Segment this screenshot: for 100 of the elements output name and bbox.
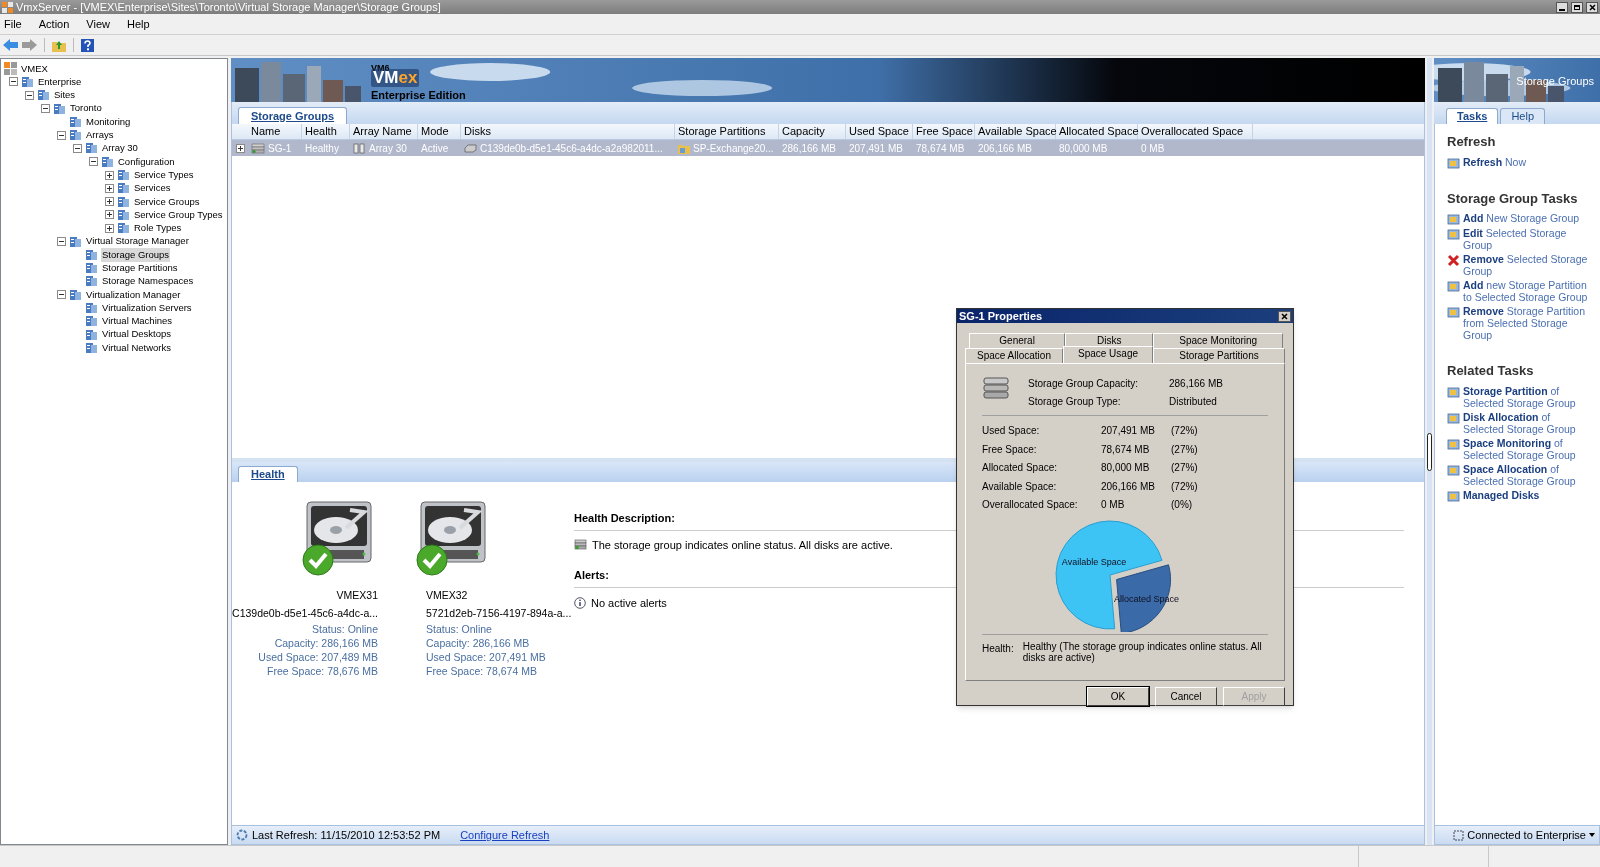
tree-item[interactable]: Storage Groups — [101, 247, 171, 262]
disk-detail: Status: Online — [426, 622, 492, 636]
dialog-tab[interactable]: General — [969, 333, 1066, 348]
close-button[interactable] — [1278, 310, 1291, 322]
server-icon — [117, 182, 130, 195]
tree-item[interactable]: Toronto — [69, 101, 103, 116]
collapse-toggle[interactable] — [9, 77, 18, 87]
column-header[interactable]: Storage Partitions — [675, 124, 779, 139]
tree-item[interactable]: Service Groups — [133, 194, 201, 209]
tree-item[interactable]: Services — [133, 181, 172, 196]
tree-item[interactable]: Sites — [53, 88, 77, 103]
last-refresh-text: Last Refresh: 11/15/2010 12:53:52 PM — [252, 827, 441, 843]
check-icon — [416, 544, 448, 576]
column-header[interactable]: Health — [302, 124, 350, 139]
task-link[interactable]: Remove Storage Partition from Selected Storage Group — [1463, 305, 1588, 341]
back-arrow-icon[interactable] — [3, 39, 18, 51]
dialog-tab[interactable]: Space Usage — [1063, 346, 1153, 363]
percent-value: (72%) — [1171, 424, 1198, 438]
tree-item[interactable]: Monitoring — [85, 114, 132, 129]
collapse-toggle[interactable] — [89, 157, 98, 167]
connection-status[interactable]: Connected to Enterprise — [1467, 826, 1586, 844]
column-header[interactable]: Capacity — [779, 124, 846, 139]
expand-toggle[interactable] — [105, 170, 114, 180]
splitter-handle[interactable] — [1427, 432, 1432, 471]
task-link[interactable]: Managed Disks — [1463, 488, 1540, 502]
server-icon — [85, 328, 98, 341]
task-link[interactable]: Space Allocation of Selected Storage Group — [1463, 462, 1588, 487]
dialog-tab[interactable]: Space Allocation — [965, 348, 1063, 363]
task-link[interactable]: Edit Selected Storage Group — [1463, 227, 1588, 251]
tree-item[interactable]: Virtual Storage Manager — [85, 234, 190, 249]
tree-item[interactable]: Virtual Networks — [101, 340, 172, 355]
task-link[interactable]: Add new Storage Partition to Selected Storage Group — [1463, 279, 1588, 303]
dialog-button[interactable]: Cancel — [1155, 687, 1217, 706]
help-icon[interactable] — [81, 38, 94, 52]
dialog-tab[interactable]: Storage Partitions — [1153, 348, 1285, 363]
task-link[interactable]: Refresh Now — [1463, 155, 1527, 169]
percent-value: (27%) — [1171, 461, 1198, 475]
dialog-button[interactable]: OK — [1087, 687, 1149, 706]
tree-item[interactable]: Storage Namespaces — [101, 274, 195, 289]
expand-toggle[interactable] — [105, 210, 114, 220]
field-label: Available Space: — [982, 479, 1058, 494]
menu-item[interactable]: File — [4, 15, 22, 33]
column-header[interactable]: Allocated Space — [1056, 124, 1138, 139]
tree-item[interactable]: Virtualization Servers — [101, 300, 193, 316]
tree-item[interactable]: Virtual Desktops — [101, 327, 172, 342]
server-icon — [117, 195, 130, 208]
tree-item[interactable]: Virtualization Manager — [85, 287, 182, 302]
collapse-toggle[interactable] — [57, 130, 66, 140]
tree-item[interactable]: Enterprise — [37, 74, 83, 90]
tree-item[interactable]: Role Types — [133, 221, 183, 236]
tree-item[interactable]: VMEX — [20, 61, 49, 76]
tree-item[interactable]: Storage Partitions — [101, 261, 179, 276]
storage-stack-icon — [251, 142, 265, 154]
tree-item[interactable]: Virtual Machines — [101, 314, 174, 329]
maximize-button[interactable] — [1571, 1, 1583, 13]
task-link[interactable]: Add New Storage Group — [1463, 212, 1580, 225]
column-header[interactable]: Disks — [461, 124, 675, 139]
caret-icon[interactable] — [1589, 833, 1595, 837]
column-header[interactable]: Used Space — [846, 124, 913, 139]
disk-detail: Status: Online — [312, 622, 378, 636]
collapse-toggle[interactable] — [57, 237, 66, 246]
table-cell-text: Healthy — [305, 141, 339, 156]
storage-stack-icon — [982, 376, 1010, 400]
column-header[interactable]: Name — [248, 124, 302, 139]
menu-item[interactable]: Action — [38, 15, 70, 33]
tab[interactable]: Tasks — [1446, 108, 1499, 124]
task-icon — [1447, 213, 1460, 225]
collapse-toggle[interactable] — [25, 90, 34, 100]
expand-toggle[interactable] — [105, 183, 114, 193]
tree-item[interactable]: Array 30 — [101, 141, 139, 156]
tree-item[interactable]: Arrays — [85, 128, 115, 143]
hard-drive-icon — [306, 498, 372, 564]
collapse-toggle[interactable] — [41, 104, 50, 114]
column-header[interactable]: Free Space — [913, 124, 975, 139]
column-header[interactable]: Overallocated Space — [1138, 124, 1253, 139]
grid-icon — [4, 62, 17, 76]
expand-toggle[interactable] — [105, 197, 114, 207]
expand-toggle[interactable] — [105, 223, 114, 233]
field-value: 286,166 MB — [1169, 377, 1223, 391]
tab[interactable]: Help — [1500, 108, 1545, 124]
menu-item[interactable]: View — [86, 15, 110, 33]
expand-toggle[interactable] — [235, 143, 245, 153]
dialog-tab[interactable]: Space Monitoring — [1153, 333, 1283, 348]
server-icon — [85, 262, 98, 275]
tab[interactable]: Storage Groups — [238, 107, 348, 124]
tree-item[interactable]: Service Group Types — [133, 207, 224, 223]
collapse-toggle[interactable] — [73, 143, 82, 153]
column-header[interactable]: Mode — [418, 124, 461, 139]
close-button[interactable] — [1586, 1, 1598, 13]
task-icon — [1447, 280, 1460, 292]
tab[interactable]: Health — [238, 466, 298, 482]
column-header[interactable]: Array Name — [350, 124, 418, 139]
column-header[interactable]: Available Space — [975, 124, 1056, 139]
minimize-button[interactable] — [1556, 1, 1568, 13]
tree-item[interactable]: Service Types — [133, 167, 195, 183]
configure-refresh-link[interactable]: Configure Refresh — [460, 826, 550, 844]
tree-item[interactable]: Configuration — [117, 154, 176, 169]
field-label: Free Space: — [982, 442, 1038, 457]
menu-item[interactable]: Help — [126, 15, 150, 33]
collapse-toggle[interactable] — [57, 290, 66, 300]
